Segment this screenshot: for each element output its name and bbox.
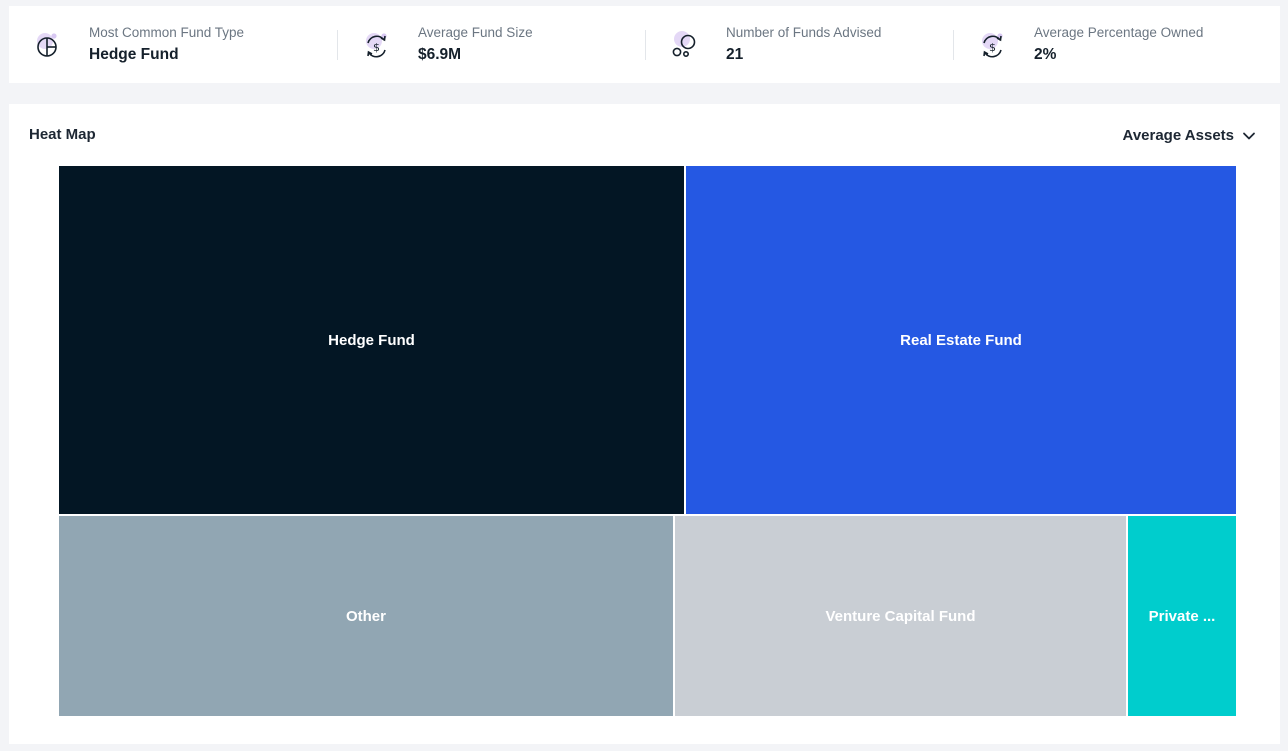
stat-value: Hedge Fund bbox=[89, 45, 179, 63]
tile-label: Other bbox=[345, 607, 386, 625]
stat-value: $6.9M bbox=[418, 45, 462, 63]
pie-chart-icon bbox=[33, 30, 63, 60]
stat-label: Average Fund Size bbox=[418, 24, 533, 40]
heat-map-card: Heat Map Average Assets Hedge Fund Real … bbox=[9, 104, 1280, 744]
stat-label: Number of Funds Advised bbox=[726, 24, 882, 40]
stat-average-percentage-owned: $ Average Percentage Owned 2% bbox=[954, 6, 1254, 83]
treemap: Hedge Fund Real Estate Fund Other Ventur… bbox=[59, 166, 1236, 716]
tile-label: Real Estate Fund bbox=[900, 331, 1022, 349]
metric-dropdown-label: Average Assets bbox=[1122, 127, 1234, 144]
dollar-cycle-icon: $ bbox=[978, 30, 1008, 60]
stat-most-common-fund-type: Most Common Fund Type Hedge Fund bbox=[9, 6, 337, 83]
svg-text:$: $ bbox=[989, 41, 996, 54]
stat-label: Most Common Fund Type bbox=[89, 24, 245, 40]
tile-other[interactable]: Other bbox=[59, 516, 673, 716]
tile-label: Venture Capital Fund bbox=[825, 607, 976, 625]
chevron-down-icon bbox=[1243, 132, 1255, 139]
tile-private[interactable]: Private ... bbox=[1128, 516, 1236, 716]
dollar-cycle-icon: $ bbox=[362, 30, 392, 60]
stat-value: 2% bbox=[1034, 45, 1057, 63]
stat-value: 21 bbox=[726, 45, 744, 63]
stat-average-fund-size: $ Average Fund Size $6.9M bbox=[338, 6, 645, 83]
heat-map-title: Heat Map bbox=[29, 126, 96, 143]
tile-real-estate-fund[interactable]: Real Estate Fund bbox=[686, 166, 1236, 514]
svg-text:$: $ bbox=[373, 41, 380, 54]
summary-stats-card: Most Common Fund Type Hedge Fund $ Avera… bbox=[9, 6, 1280, 83]
tile-label: Hedge Fund bbox=[328, 331, 415, 349]
tile-venture-capital-fund[interactable]: Venture Capital Fund bbox=[675, 516, 1126, 716]
stat-number-of-funds-advised: Number of Funds Advised 21 bbox=[646, 6, 953, 83]
bubbles-icon bbox=[670, 30, 700, 60]
metric-dropdown[interactable]: Average Assets bbox=[1123, 127, 1256, 144]
stat-label: Average Percentage Owned bbox=[1034, 24, 1204, 40]
tile-hedge-fund[interactable]: Hedge Fund bbox=[59, 166, 684, 514]
tile-label: Private ... bbox=[1148, 607, 1216, 625]
